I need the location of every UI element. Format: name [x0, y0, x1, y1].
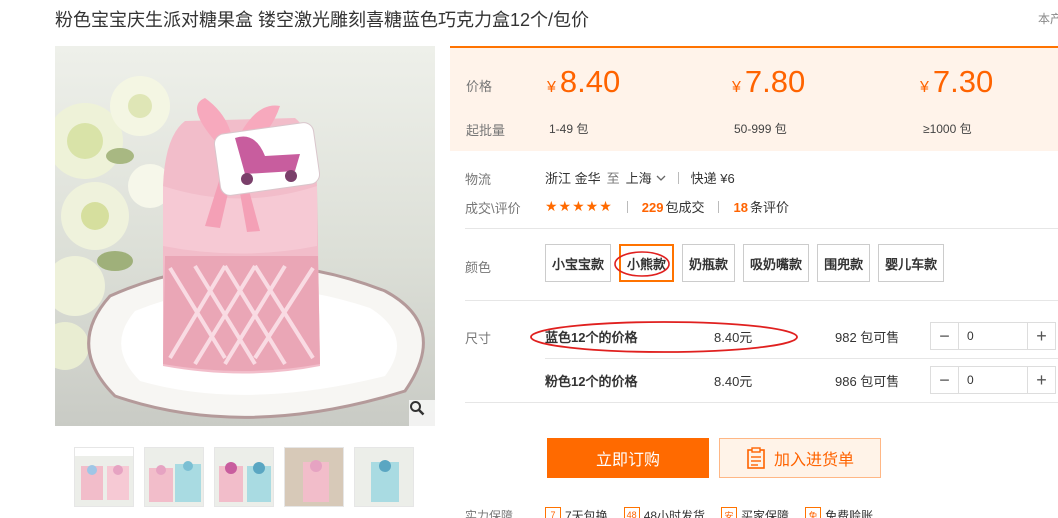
thumbnail-image — [371, 460, 399, 502]
color-option[interactable]: 婴儿车款 — [878, 244, 945, 282]
color-label: 颜色 — [465, 260, 492, 275]
buy-now-button[interactable]: 立即订购 — [547, 438, 709, 478]
thumbnail-3[interactable] — [214, 447, 274, 507]
color-option[interactable]: 围兜款 — [817, 244, 871, 282]
tier-price: 7.30 — [932, 64, 994, 99]
guarantee-label: 实力保障 — [465, 508, 514, 518]
guarantee-row: 实力保障 7 7天包换 48 48小时发货 安买家保障 免免费赊账 — [465, 505, 1058, 518]
ship-to: 上海 — [625, 171, 652, 186]
guarantee-text: 48小时发货 — [643, 508, 706, 518]
guarantee-item[interactable]: 7 7天包换 — [545, 507, 608, 518]
spec-name: 蓝色12个的价格 — [545, 329, 638, 345]
sold-text: 包成交 — [665, 200, 705, 215]
thumbnail-image — [285, 448, 343, 506]
thumbnail-image — [149, 461, 201, 502]
thumbnail-image — [75, 448, 133, 500]
tier-qty: 50-999 包 — [734, 122, 787, 136]
clipboard-icon — [747, 447, 765, 469]
plus-button[interactable]: + — [1027, 323, 1055, 349]
ship-from: 浙江 金华 — [545, 171, 601, 186]
price-label: 价格 — [466, 79, 493, 94]
plus-button[interactable]: + — [1027, 367, 1055, 393]
review-text: 条评价 — [749, 200, 789, 215]
color-option[interactable]: 奶瓶款 — [682, 244, 736, 282]
chevron-down-icon — [656, 175, 666, 181]
product-photo — [55, 76, 425, 419]
divider-line — [465, 300, 1058, 301]
logistics-row: 浙江 金华 至 上海 快递 ¥6 — [545, 168, 735, 187]
tier-qty: 1-49 包 — [549, 122, 589, 136]
quantity-input[interactable] — [959, 323, 1027, 349]
magnifier-icon — [410, 401, 425, 416]
divider-line — [465, 228, 1058, 229]
price-tier-1: ¥8.40 — [547, 64, 620, 100]
thumbnail-image — [219, 462, 271, 502]
destination-dropdown[interactable]: 上海 — [626, 168, 666, 187]
spec-stock: 986 包可售 — [835, 373, 900, 389]
thumbnail-4[interactable] — [284, 447, 344, 507]
guarantee-item[interactable]: 免免费赊账 — [805, 507, 873, 518]
rating-stars-icon: ★★★★★ — [545, 198, 613, 214]
currency-symbol: ¥ — [547, 79, 556, 96]
main-product-image[interactable] — [55, 46, 435, 426]
color-option[interactable]: 吸奶嘴款 — [743, 244, 810, 282]
spec-row: 蓝色12个的价格 8.40元 982 包可售 − + — [545, 314, 1058, 358]
divider — [626, 200, 628, 213]
spec-price: 8.40元 — [714, 373, 753, 389]
sold-count: 229 — [641, 200, 664, 215]
spec-name: 粉色12个的价格 — [545, 373, 638, 389]
guarantee-item[interactable]: 安买家保障 — [721, 507, 789, 518]
add-to-cart-label: 加入进货单 — [773, 452, 854, 469]
color-option[interactable]: 小宝宝款 — [545, 244, 612, 282]
spec-row: 粉色12个的价格 8.40元 986 包可售 − + — [545, 358, 1058, 402]
currency-symbol: ¥ — [732, 79, 741, 96]
zoom-button[interactable] — [409, 400, 435, 426]
candy-box — [163, 98, 321, 374]
color-option-selected[interactable]: 小熊款 — [619, 244, 675, 282]
guarantee-text: 买家保障 — [741, 508, 790, 518]
free-icon: 免 — [805, 507, 822, 518]
thumbnail-5[interactable] — [354, 447, 414, 507]
divider — [677, 171, 679, 184]
quantity-input[interactable] — [959, 367, 1027, 393]
price-tier-2: ¥7.80 — [732, 64, 805, 100]
to-word: 至 — [606, 171, 620, 186]
product-title: 粉色宝宝庆生派对糖果盒 镂空激光雕刻喜糖蓝色巧克力盒12个/包价 — [55, 10, 590, 30]
deals-row: ★★★★★ 229 包成交 18 条评价 — [545, 197, 789, 216]
size-label: 尺寸 — [465, 331, 492, 346]
thumbnail-2[interactable] — [144, 447, 204, 507]
add-to-cart-button[interactable]: 加入进货单 — [719, 438, 881, 478]
divider-line — [465, 402, 1058, 403]
price-tier-3: ¥7.30 — [920, 64, 993, 100]
tier-price: 8.40 — [559, 64, 621, 99]
minus-button[interactable]: − — [931, 367, 959, 393]
tier-price: 7.80 — [744, 64, 806, 99]
review-count: 18 — [733, 200, 748, 215]
shield-icon: 安 — [721, 507, 738, 518]
corner-text[interactable]: 本产 — [1038, 10, 1058, 27]
review-count-link[interactable]: 18 条评价 — [733, 197, 788, 216]
divider — [718, 200, 720, 213]
moq-label: 起批量 — [466, 123, 506, 138]
48h-icon: 48 — [623, 507, 640, 518]
spec-price: 8.40元 — [714, 329, 753, 345]
quantity-stepper: − + — [930, 322, 1056, 350]
sold-count-link[interactable]: 229 包成交 — [642, 197, 705, 216]
shipping-fee: 快递 ¥6 — [690, 171, 735, 186]
currency-symbol: ¥ — [920, 79, 929, 96]
guarantee-text: 免费赊账 — [825, 508, 874, 518]
minus-button[interactable]: − — [931, 323, 959, 349]
tier-qty: ≥1000 包 — [923, 122, 972, 136]
guarantee-item[interactable]: 48 48小时发货 — [623, 507, 706, 518]
thumbnail-1[interactable] — [74, 447, 134, 507]
color-options: 小宝宝款 小熊款 奶瓶款 吸奶嘴款 围兜款 婴儿车款 — [545, 244, 945, 282]
deals-label: 成交\评价 — [465, 201, 521, 216]
price-panel: 价格 起批量 ¥8.40 1-49 包 ¥7.80 50-999 包 ¥7.30… — [450, 46, 1058, 151]
guarantee-text: 7天包换 — [565, 508, 608, 518]
quantity-stepper: − + — [930, 366, 1056, 394]
seven-day-icon: 7 — [545, 507, 561, 518]
logistics-label: 物流 — [465, 172, 492, 187]
thumbnail-strip — [74, 447, 414, 507]
spec-stock: 982 包可售 — [835, 329, 900, 345]
